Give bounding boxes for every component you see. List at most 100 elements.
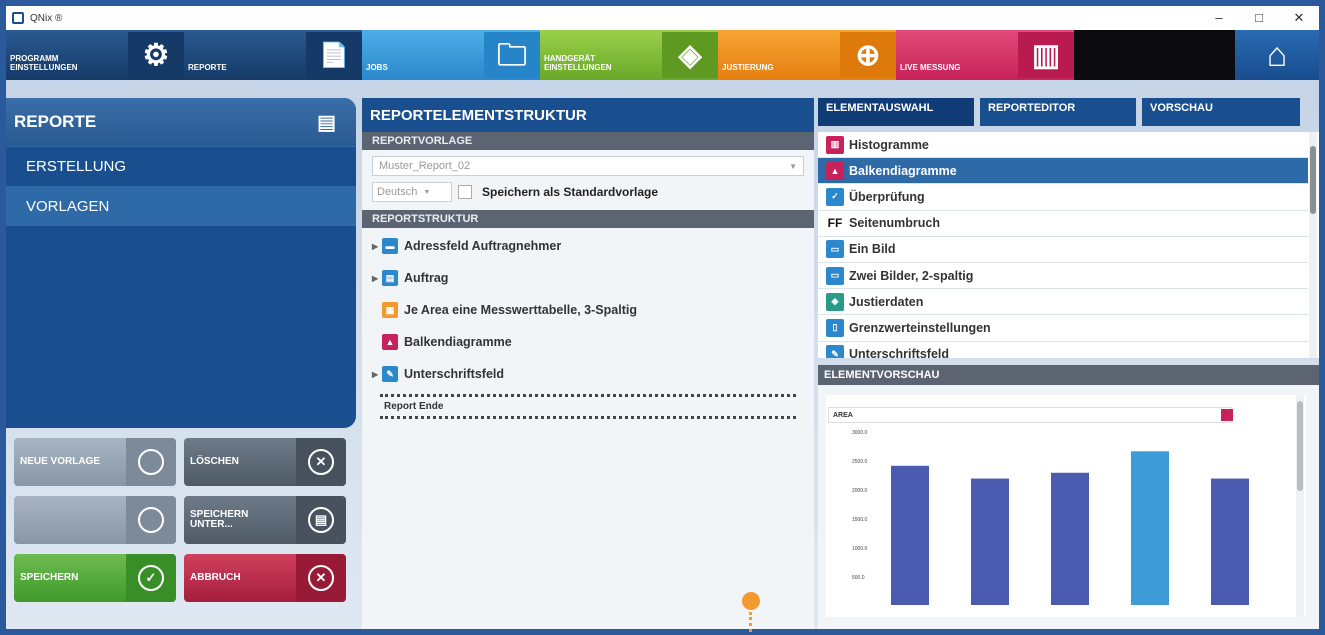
address-icon: ▬: [382, 238, 398, 254]
area-label-bar: AREA: [828, 407, 1233, 423]
order-icon: ▤: [382, 270, 398, 286]
folder-icon: 🗀: [484, 32, 540, 78]
tree-item-label: Auftrag: [404, 271, 449, 285]
scrollbar-thumb[interactable]: [1297, 401, 1303, 491]
chart-bar: [891, 465, 929, 605]
tree-item-label: Unterschriftsfeld: [404, 367, 505, 381]
handgeraet-einstellungen-button[interactable]: HANDGERÄT EINSTELLUNGEN ◈: [540, 30, 718, 80]
tree-item[interactable]: ▶ ▬ Adressfeld Auftragnehmer: [362, 230, 814, 262]
empty-action-button[interactable]: [14, 496, 176, 544]
tree-item-label: Balkendiagramme: [404, 335, 512, 349]
maximize-button[interactable]: □: [1239, 10, 1279, 26]
chevron-down-icon: ▼: [423, 188, 431, 196]
list-item[interactable]: ◈ Justierdaten: [818, 289, 1308, 316]
element-list-scrollbar[interactable]: [1309, 132, 1317, 358]
nav-item-label: VORLAGEN: [26, 198, 110, 215]
report-structure-panel: REPORTELEMENTSTRUKTUR REPORTVORLAGE Must…: [362, 98, 814, 629]
save-default-label: Speichern als Standardvorlage: [482, 185, 659, 199]
left-panel-title: REPORTE: [14, 112, 97, 131]
tab-vorschau[interactable]: VORSCHAU: [1142, 98, 1300, 126]
new-template-button[interactable]: NEUE VORLAGE: [14, 438, 176, 486]
list-item-label: Seitenumbruch: [849, 216, 940, 231]
save-label: SPEICHERN: [20, 572, 79, 583]
indicator-dot: [742, 592, 760, 610]
language-select[interactable]: Deutsch ▼: [372, 182, 452, 202]
chevron-down-icon: ▼: [789, 161, 797, 171]
report-end-label: Report Ende: [384, 401, 444, 412]
save-default-checkbox[interactable]: [458, 185, 472, 199]
page-break-icon: FF: [827, 216, 843, 231]
report-document-icon: 📄: [306, 32, 362, 78]
save-as-button[interactable]: SPEICHERN UNTER... ▤: [184, 496, 346, 544]
save-as-label: SPEICHERN UNTER...: [190, 509, 249, 530]
live-messung-button[interactable]: LIVE MESSUNG ▥: [896, 30, 1074, 80]
y-tick-label: 1500.0: [852, 517, 868, 523]
expand-arrow-icon[interactable]: ▶: [372, 242, 382, 251]
preview-header: ELEMENTVORSCHAU: [818, 365, 1319, 385]
jobs-button[interactable]: JOBS 🗀: [362, 30, 540, 80]
tree-item[interactable]: ▶ ✎ Unterschriftsfeld: [362, 358, 814, 390]
reporte-button[interactable]: REPORTE 📄: [184, 30, 362, 80]
list-item[interactable]: ✎ Unterschriftsfeld: [818, 342, 1308, 358]
tree-item[interactable]: ▦ Je Area eine Messwerttabelle, 3-Spalti…: [362, 294, 814, 326]
y-tick-label: 2000.0: [852, 488, 868, 494]
nav-item-vorlagen[interactable]: VORLAGEN: [6, 186, 356, 226]
language-value: Deutsch: [377, 186, 418, 198]
chart-bar: [1131, 451, 1169, 605]
justierung-button[interactable]: JUSTIERUNG ⊕: [718, 30, 896, 80]
list-item-label: Zwei Bilder, 2-spaltig: [849, 268, 974, 283]
programm-einstellungen-button[interactable]: PROGRAMM EINSTELLUNGEN ⚙: [6, 30, 184, 80]
signature-icon: ✎: [382, 366, 398, 382]
list-item[interactable]: ▭ Ein Bild: [818, 237, 1308, 263]
list-item[interactable]: ▯ Grenzwerteinstellungen: [818, 315, 1308, 342]
list-item-label: Justierdaten: [849, 294, 924, 309]
list-item[interactable]: FF Seitenumbruch: [818, 211, 1308, 237]
nav-item-erstellung[interactable]: ERSTELLUNG: [6, 146, 356, 186]
two-images-icon: ▭: [826, 266, 844, 285]
save-button[interactable]: SPEICHERN ✓: [14, 554, 176, 602]
chart-bar: [1211, 478, 1249, 605]
list-item-label: Überprüfung: [849, 189, 925, 204]
tree-item[interactable]: ▶ ▤ Auftrag: [362, 262, 814, 294]
reporte-label: REPORTE: [188, 63, 227, 72]
list-item[interactable]: ▭ Zwei Bilder, 2-spaltig: [818, 263, 1308, 290]
close-button[interactable]: ✕: [1279, 10, 1319, 26]
circle-icon: [138, 449, 164, 475]
area-color-swatch: [1221, 409, 1233, 421]
area-label: AREA: [833, 411, 853, 419]
probe-icon: ◈: [826, 292, 844, 311]
tree-item-label: Adressfeld Auftragnehmer: [404, 239, 562, 253]
list-item-label: Balkendiagramme: [849, 163, 957, 178]
delete-button[interactable]: LÖSCHEN ✕: [184, 438, 346, 486]
report-document-icon: ▤: [317, 111, 336, 134]
tab-reporteditor[interactable]: REPORTEDITOR: [980, 98, 1136, 126]
cancel-button[interactable]: ABBRUCH ✕: [184, 554, 346, 602]
list-item-label: Grenzwerteinstellungen: [849, 320, 991, 335]
preview-scrollbar[interactable]: [1296, 395, 1304, 617]
list-item[interactable]: ✓ Überprüfung: [818, 184, 1308, 211]
list-item-selected[interactable]: ▲ Balkendiagramme: [818, 158, 1308, 185]
minimize-button[interactable]: –: [1199, 10, 1239, 26]
y-tick-label: 2500.0: [852, 459, 868, 465]
signature-icon: ✎: [826, 345, 844, 358]
template-select[interactable]: Muster_Report_02 ▼: [372, 156, 804, 176]
home-button[interactable]: ⌂: [1235, 30, 1319, 80]
tab-elementauswahl[interactable]: ELEMENTAUSWAHL: [818, 98, 974, 126]
jobs-label: JOBS: [366, 63, 388, 72]
x-circle-icon: ✕: [308, 449, 334, 475]
list-item[interactable]: ▥ Histogramme: [818, 132, 1308, 159]
tree-item[interactable]: ▲ Balkendiagramme: [362, 326, 814, 358]
expand-arrow-icon[interactable]: ▶: [372, 370, 382, 379]
bar-chart: 3000.0 2500.0 2000.0 1500.0 1000.0 500.0: [852, 430, 1249, 605]
scrollbar-thumb[interactable]: [1310, 146, 1316, 214]
y-tick-label: 1000.0: [852, 546, 868, 552]
y-tick-label: 3000.0: [852, 430, 868, 436]
expand-arrow-icon[interactable]: ▶: [372, 274, 382, 283]
handgeraet-label: HANDGERÄT EINSTELLUNGEN: [544, 54, 612, 72]
programm-einstellungen-label: PROGRAMM EINSTELLUNGEN: [10, 54, 78, 72]
divider: [380, 416, 796, 419]
app-icon: [12, 12, 24, 24]
histogram-icon: ▥: [826, 135, 844, 154]
cancel-label: ABBRUCH: [190, 572, 241, 583]
left-navigation-panel: REPORTE ▤ ERSTELLUNG VORLAGEN: [6, 98, 356, 428]
